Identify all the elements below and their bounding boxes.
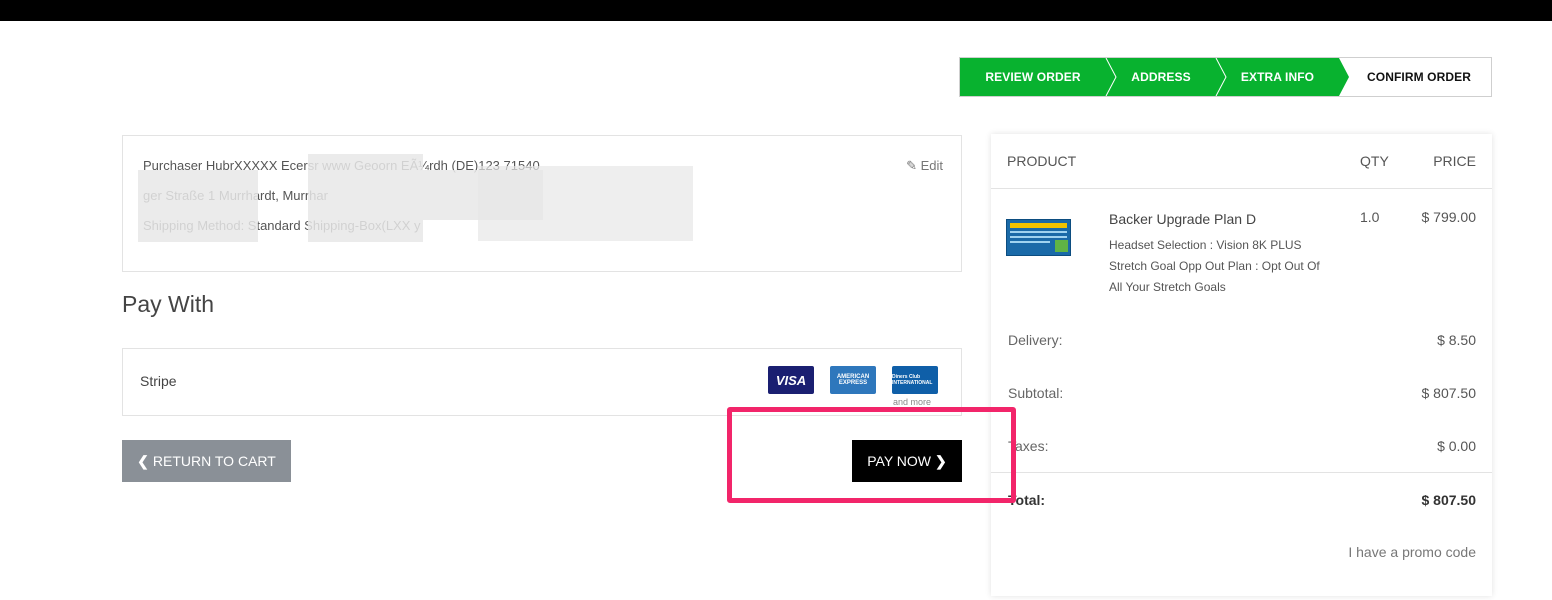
pay-with-heading: Pay With <box>122 291 215 317</box>
step-address[interactable]: ADDRESS <box>1106 58 1227 96</box>
edit-icon: ✎ <box>906 158 917 173</box>
delivery-label: Delivery: <box>1008 332 1063 348</box>
step-label: EXTRA INFO <box>1240 70 1315 84</box>
total-label: Total: <box>1008 492 1046 508</box>
taxes-label: Taxes: <box>1008 438 1049 454</box>
product-option-stretch-goal: Stretch Goal Opp Out Plan : Opt Out Of <box>1109 259 1320 273</box>
step-label: CONFIRM ORDER <box>1367 70 1471 84</box>
product-column-header: PRODUCT <box>1007 153 1077 169</box>
summary-divider <box>991 472 1492 473</box>
top-bar <box>0 0 1552 21</box>
summary-header: PRODUCT QTY PRICE <box>991 134 1492 189</box>
product-option-headset: Headset Selection : Vision 8K PLUS <box>1109 238 1302 252</box>
product-name: Backer Upgrade Plan D <box>1109 211 1257 227</box>
subtotal-label: Subtotal: <box>1008 385 1064 401</box>
chevron-right-icon: ❯ <box>935 452 947 469</box>
product-qty: 1.0 <box>1360 209 1380 225</box>
step-label: ADDRESS <box>1131 70 1191 84</box>
pay-now-label: PAY NOW <box>867 453 932 469</box>
redaction-blur <box>478 166 693 241</box>
diners-club-icon: Diners Club INTERNATIONAL <box>892 366 938 394</box>
step-separator <box>1105 58 1117 96</box>
step-separator <box>1215 58 1227 96</box>
visa-icon: VISA <box>768 366 814 394</box>
total-value: $ 807.50 <box>1421 492 1477 508</box>
product-thumbnail[interactable] <box>1006 219 1071 256</box>
chevron-left-icon: ❮ <box>137 452 149 469</box>
return-to-cart-button[interactable]: ❮ RETURN TO CART <box>122 440 291 482</box>
edit-link[interactable]: ✎ Edit <box>906 158 943 174</box>
price-column-header: PRICE <box>1433 153 1476 169</box>
order-info-box: Purchaser HubrXXXXX Ecersr www Geoorn EÃ… <box>122 135 962 272</box>
amex-icon: AMERICAN EXPRESS <box>830 366 876 394</box>
edit-label: Edit <box>920 158 943 173</box>
taxes-value: $ 0.00 <box>1437 438 1476 454</box>
order-summary: PRODUCT QTY PRICE Backer Upgrade Plan D … <box>991 134 1492 596</box>
product-price: $ 799.00 <box>1421 209 1477 225</box>
step-chevron <box>1339 58 1349 96</box>
subtotal-value: $ 807.50 <box>1421 385 1477 401</box>
pay-now-button[interactable]: PAY NOW ❯ <box>852 440 962 482</box>
step-label: REVIEW ORDER <box>985 70 1081 84</box>
product-option-stretch-goal-cont: All Your Stretch Goals <box>1109 280 1226 294</box>
promo-code-link[interactable]: I have a promo code <box>1348 544 1476 560</box>
redaction-blur <box>138 170 258 242</box>
return-to-cart-label: RETURN TO CART <box>152 453 276 469</box>
step-confirm-order[interactable]: CONFIRM ORDER <box>1339 58 1491 96</box>
payment-method-stripe[interactable]: Stripe VISA AMERICAN EXPRESS Diners Club… <box>122 348 962 416</box>
qty-column-header: QTY <box>1360 153 1389 169</box>
delivery-value: $ 8.50 <box>1437 332 1476 348</box>
and-more-text: and more <box>893 397 932 407</box>
payment-method-label: Stripe <box>140 373 177 389</box>
step-review-order[interactable]: REVIEW ORDER <box>960 58 1117 96</box>
step-extra-info[interactable]: EXTRA INFO <box>1216 58 1349 96</box>
redaction-blur <box>308 154 423 242</box>
checkout-steps: REVIEW ORDER ADDRESS EXTRA INFO CONFIRM … <box>959 57 1492 97</box>
